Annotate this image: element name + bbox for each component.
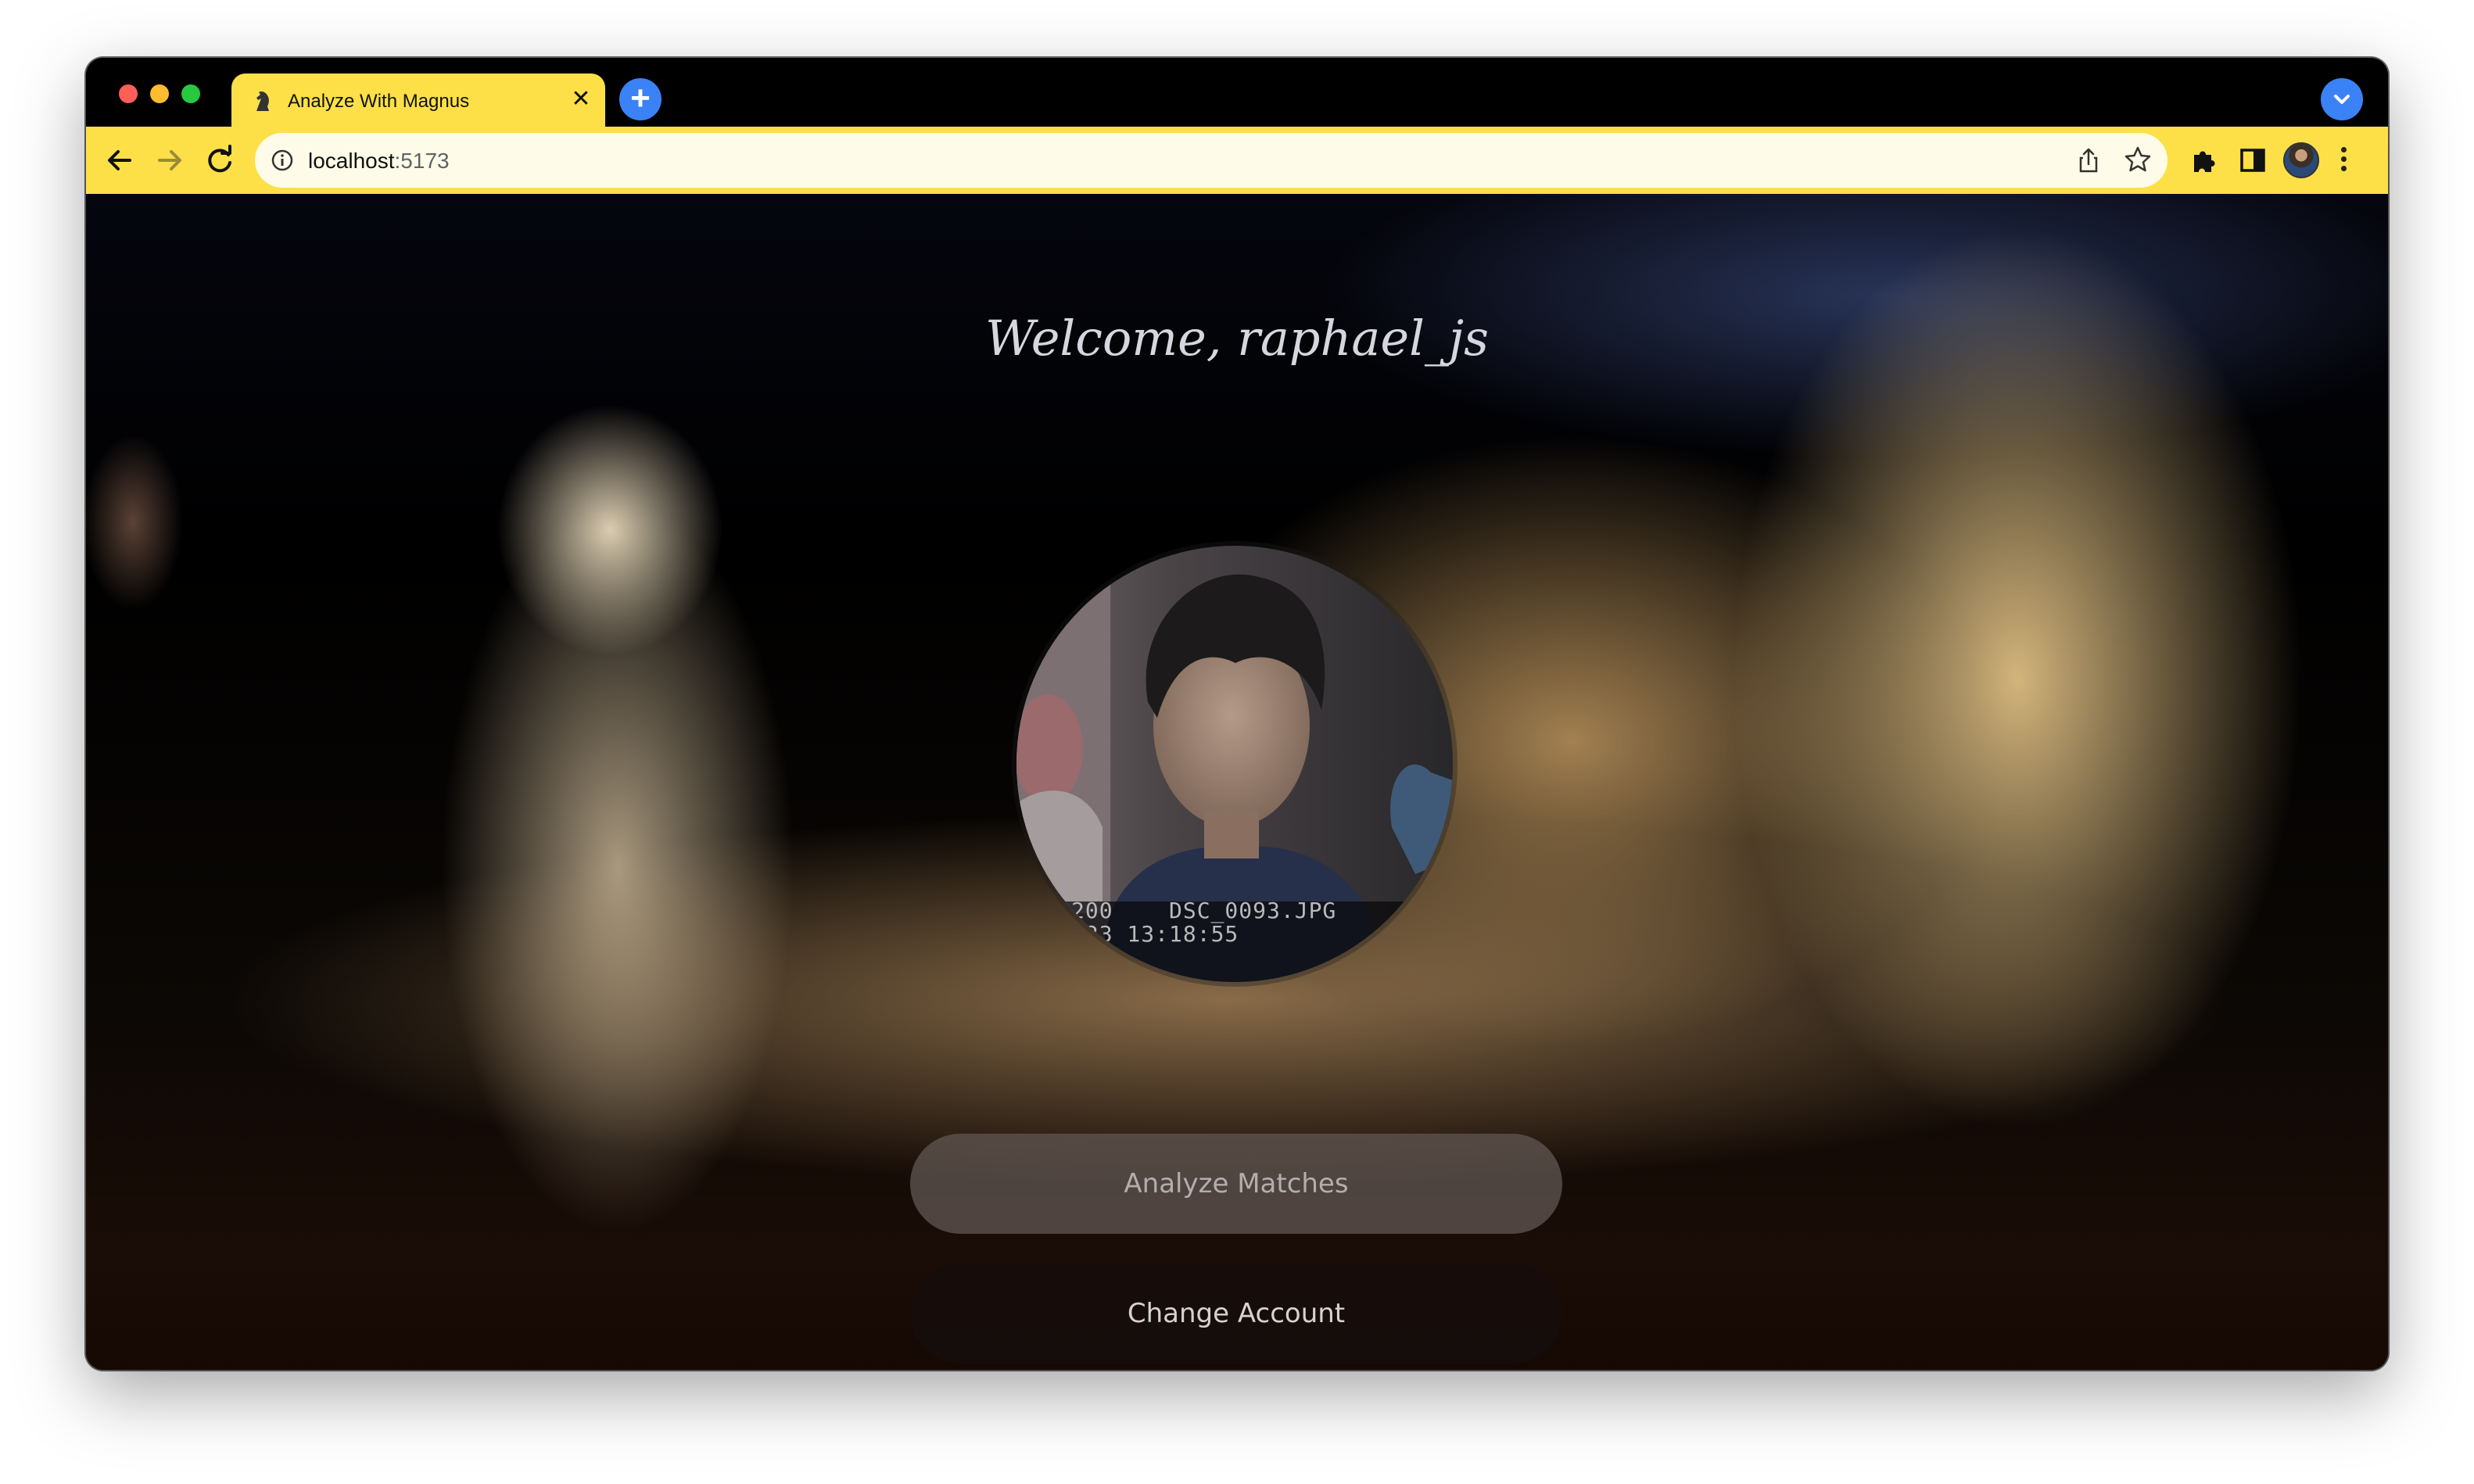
profile-avatar[interactable]	[2283, 142, 2319, 178]
more-menu-icon[interactable]	[2338, 144, 2349, 175]
back-arrow-icon[interactable]	[103, 144, 136, 177]
close-window-button[interactable]	[119, 84, 138, 103]
url-text[interactable]: localhost:5173	[308, 149, 450, 174]
url-port: :5173	[394, 149, 450, 173]
minimize-window-button[interactable]	[150, 84, 169, 103]
tab-strip: Analyze With Magnus ✕ +	[86, 58, 2388, 127]
photo-caption-line1: 200 DSC_0093.JPG	[1071, 898, 1337, 923]
page-content: Welcome, raphael_js 200 DSC_0093.JPG 023…	[86, 194, 2388, 1370]
chess-knight-icon	[256, 91, 269, 111]
welcome-heading: Welcome, raphael_js	[985, 310, 1489, 367]
share-icon[interactable]	[2075, 147, 2102, 174]
forward-arrow-icon[interactable]	[153, 144, 186, 177]
address-bar[interactable]: localhost:5173	[255, 133, 2167, 188]
change-account-button[interactable]: Change Account	[910, 1264, 1562, 1364]
profile-photo: 200 DSC_0093.JPG 023 13:18:55	[1016, 546, 1453, 982]
reload-icon[interactable]	[203, 144, 236, 177]
extensions-puzzle-icon[interactable]	[2189, 145, 2219, 175]
maximize-window-button[interactable]	[181, 84, 200, 103]
browser-toolbar: localhost:5173	[86, 127, 2388, 194]
tab-title: Analyze With Magnus	[288, 91, 470, 112]
tab-search-button[interactable]	[2321, 78, 2363, 120]
analyze-matches-button[interactable]: Analyze Matches	[910, 1134, 1562, 1234]
close-tab-icon[interactable]: ✕	[569, 88, 593, 111]
url-host: localhost	[308, 149, 395, 173]
new-tab-button[interactable]: +	[619, 78, 662, 120]
site-info-icon[interactable]	[271, 149, 294, 172]
photo-caption-line2: 023 13:18:55	[1071, 921, 1239, 947]
tab-analyze-with-magnus[interactable]: Analyze With Magnus ✕	[231, 73, 605, 127]
chevron-down-icon	[2334, 95, 2350, 104]
bookmark-star-icon[interactable]	[2124, 145, 2152, 174]
side-panel-icon[interactable]	[2239, 147, 2266, 174]
browser-window: Analyze With Magnus ✕ + localhost:5173 W…	[86, 58, 2388, 1370]
